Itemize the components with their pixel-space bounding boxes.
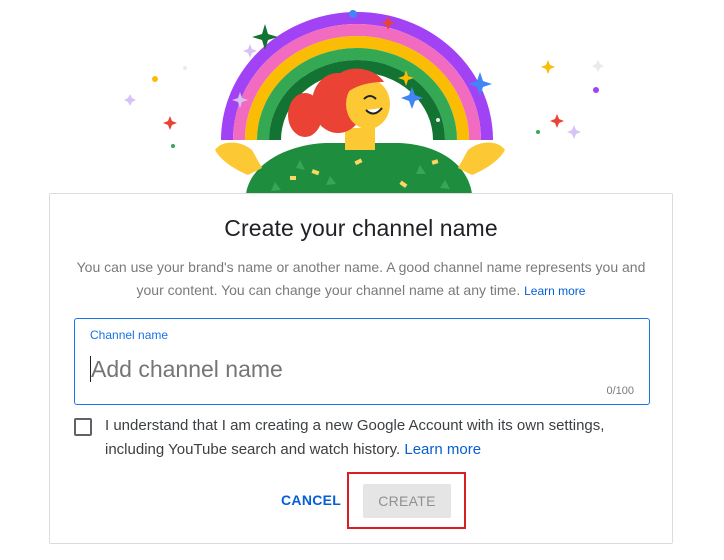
cancel-button[interactable]: CANCEL bbox=[275, 485, 347, 515]
dialog-title: Create your channel name bbox=[224, 215, 498, 241]
celebration-illustration bbox=[124, 10, 604, 194]
dialog-description: You can use your brand's name or another… bbox=[74, 256, 648, 303]
channel-name-label: Channel name bbox=[90, 328, 169, 342]
channel-name-field[interactable]: Channel name 0/100 bbox=[74, 318, 650, 405]
create-button[interactable]: CREATE bbox=[363, 484, 451, 518]
consent-checkbox[interactable] bbox=[74, 418, 92, 436]
text-caret bbox=[90, 356, 91, 382]
character-counter: 0/100 bbox=[606, 385, 634, 397]
channel-name-input[interactable] bbox=[89, 353, 561, 385]
consent-learn-more-link[interactable]: Learn more bbox=[404, 441, 481, 458]
consent-text-block: I understand that I am creating a new Go… bbox=[105, 414, 655, 462]
consent-label: I understand that I am creating a new Go… bbox=[105, 417, 605, 458]
create-channel-page: Create your channel name You can use you… bbox=[0, 0, 724, 560]
create-channel-dialog: Create your channel name You can use you… bbox=[49, 193, 673, 544]
learn-more-link[interactable]: Learn more bbox=[524, 284, 585, 298]
